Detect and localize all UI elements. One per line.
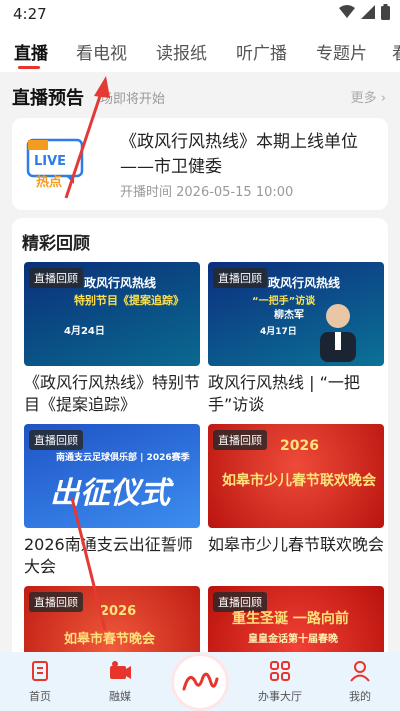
nav-label: 首页 (29, 690, 51, 703)
hotspot-icon-text: 热点 (36, 174, 62, 188)
thumb-year: 2026 (280, 438, 319, 454)
thumb-date: 4月24日 (64, 326, 105, 337)
chevron-right-icon: › (380, 91, 386, 106)
preview-card-time: 开播时间 2026-05-15 10:00 (120, 185, 294, 200)
thumb-title: 政风行风热线 (84, 276, 157, 290)
home-icon (32, 661, 48, 681)
nav-profile[interactable]: 我的 (330, 660, 390, 704)
video-title[interactable]: 政风行风热线 | “一把手”访谈 (208, 372, 384, 416)
thumb-date: 4月17日 (260, 327, 297, 337)
wifi-icon (339, 5, 355, 18)
video-title[interactable]: 2026南通支云出征誓师大会 (24, 534, 200, 578)
active-tab-indicator (18, 66, 40, 69)
signal-icon (361, 5, 375, 19)
video-thumbnail[interactable]: 直播回顾 2026 如皋市少儿春节联欢晚会 (208, 424, 384, 528)
video-thumbnail[interactable]: 直播回顾 南通支云足球俱乐部 | 2026赛季 出征仪式 (24, 424, 200, 528)
thumb-title: 重生圣诞 一路向前 (232, 611, 349, 627)
tab-more[interactable]: 看 (392, 39, 400, 64)
thumb-title: 如皋市春节晚会 (64, 632, 156, 647)
preview-card-title: 《政风行风热线》本期上线单位——市卫健委 (120, 132, 358, 177)
battery-icon (381, 4, 390, 20)
nav-home[interactable]: 首页 (10, 660, 70, 704)
tab-newspaper[interactable]: 读报纸 (156, 39, 207, 64)
thumb-title: 政风行风热线 (268, 276, 341, 290)
grid-icon (270, 661, 290, 681)
video-title[interactable]: 《政风行风热线》特别节目《提案追踪》 (24, 372, 200, 416)
tab-radio[interactable]: 听广播 (236, 39, 287, 64)
live-icon-text: LIVE (34, 154, 66, 169)
camera-icon (110, 661, 131, 679)
status-time: 4:27 (13, 5, 47, 23)
center-logo-icon (182, 672, 219, 691)
status-icons (339, 4, 390, 20)
live-hotspot-icon: LIVE 热点 (26, 138, 84, 188)
nav-label: 我的 (349, 690, 371, 703)
replay-badge: 直播回顾 (213, 268, 267, 288)
video-thumbnail[interactable]: 直播回顾 政风行风热线 “一把手”访谈 柳杰军 4月17日 (208, 262, 384, 366)
nav-media[interactable]: 融媒 (90, 660, 150, 704)
thumb-subtitle: “一把手”访谈 (252, 296, 316, 307)
nav-services[interactable]: 办事大厅 (250, 660, 310, 704)
thumb-subtitle: 皇皇金话第十届春晚 (248, 634, 338, 645)
replay-badge: 直播回顾 (29, 268, 83, 288)
more-link[interactable]: 更多 › (351, 87, 386, 106)
thumb-subtitle: 南通支云足球俱乐部 | 2026赛季 (56, 453, 190, 463)
tab-tv[interactable]: 看电视 (76, 39, 127, 64)
preview-section-title: 直播预告 (12, 88, 84, 109)
user-icon (350, 661, 370, 682)
nav-center-button[interactable] (174, 656, 226, 708)
thumb-title: 出征仪式 (50, 476, 170, 511)
preview-subtitle: 场即将开始 (100, 92, 166, 107)
status-bar: 4:27 (0, 0, 400, 28)
replay-badge: 直播回顾 (29, 592, 83, 612)
highlights-title: 精彩回顾 (22, 234, 90, 254)
nav-label: 办事大厅 (258, 690, 302, 703)
replay-badge: 直播回顾 (29, 430, 83, 450)
presenter-portrait-icon (320, 304, 356, 362)
thumb-year: 2026 (100, 604, 137, 619)
nav-label: 融媒 (109, 690, 131, 703)
video-thumbnail[interactable]: 直播回顾 政风行风热线 特别节目《提案追踪》 4月24日 (24, 262, 200, 366)
replay-badge: 直播回顾 (213, 430, 267, 450)
thumb-subtitle: 特别节目《提案追踪》 (74, 294, 184, 307)
live-preview-card[interactable]: LIVE 热点 《政风行风热线》本期上线单位——市卫健委 开播时间 2026-0… (12, 118, 388, 210)
thumb-title: 如皋市少儿春节联欢晚会 (222, 473, 376, 489)
category-tabbar: 直播 看电视 读报纸 听广播 专题片 看 (0, 28, 400, 72)
tab-live[interactable]: 直播 (14, 39, 48, 64)
tab-feature[interactable]: 专题片 (316, 39, 367, 64)
thumb-name: 柳杰军 (274, 310, 304, 321)
video-title[interactable]: 如皋市少儿春节联欢晚会 (208, 534, 384, 556)
more-label: 更多 (350, 91, 377, 106)
